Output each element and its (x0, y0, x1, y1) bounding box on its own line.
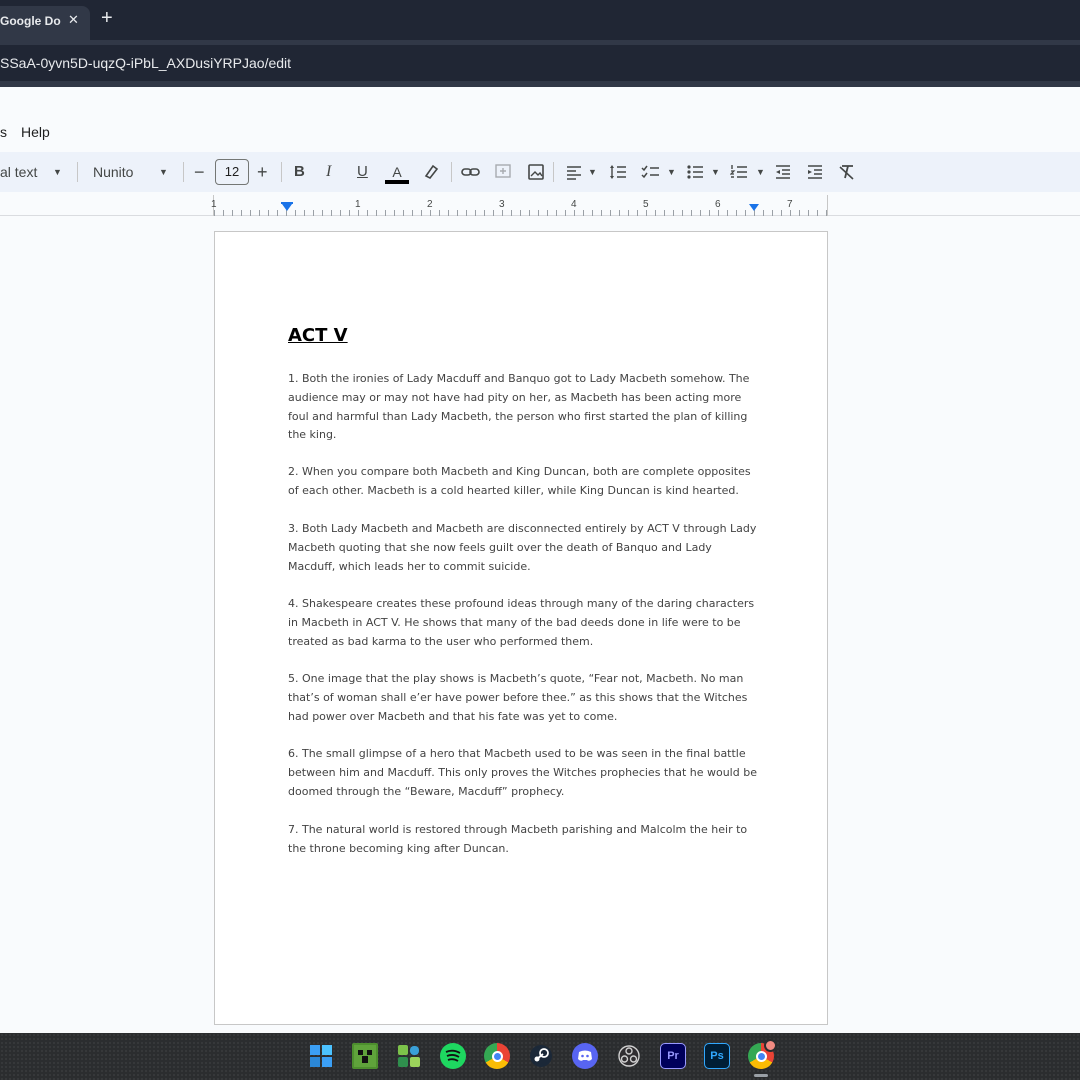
toolbar-divider (451, 162, 452, 182)
green-app-icon[interactable] (396, 1043, 422, 1069)
decrease-indent-icon[interactable] (774, 159, 792, 185)
insert-image-icon[interactable] (527, 159, 545, 185)
paragraph: 7. The natural world is restored through… (288, 823, 748, 855)
ruler-ticks (214, 210, 827, 216)
ruler-number: 5 (643, 199, 649, 210)
photoshop-icon[interactable]: Ps (704, 1043, 730, 1069)
bulleted-list-icon[interactable] (686, 159, 704, 185)
browser-tab[interactable]: Google Do ✕ (0, 6, 90, 40)
paragraph-style-label: al text (0, 164, 38, 180)
ruler-number: 1 (355, 199, 361, 210)
ruler-number: 2 (427, 199, 433, 210)
close-tab-icon[interactable]: ✕ (68, 12, 79, 28)
chevron-down-icon[interactable]: ▼ (667, 159, 676, 185)
right-indent-marker[interactable] (749, 204, 759, 211)
toolbar-divider (281, 162, 282, 182)
document-heading: ACT V (288, 325, 348, 346)
font-family-label: Nunito (93, 164, 134, 180)
premiere-pro-icon[interactable]: Pr (660, 1043, 686, 1069)
text-color-icon: A (392, 164, 402, 180)
ruler-number: 1 (211, 199, 217, 210)
add-comment-icon[interactable] (494, 159, 512, 185)
italic-button[interactable]: I (326, 159, 331, 185)
font-size-input[interactable]: 12 (215, 159, 249, 185)
underline-button[interactable]: U (357, 159, 368, 185)
taskbar: Pr Ps (0, 1033, 1080, 1080)
discord-icon[interactable] (572, 1043, 598, 1069)
paragraph: 1. Both the ironies of Lady Macduff and … (288, 372, 750, 442)
align-left-icon[interactable] (565, 159, 583, 185)
minecraft-icon[interactable] (352, 1043, 378, 1069)
chrome-icon[interactable] (484, 1043, 510, 1069)
ruler[interactable]: 1 1 2 3 4 5 6 7 (0, 195, 1080, 216)
menu-item-tools[interactable]: s (0, 124, 7, 140)
font-family-dropdown[interactable]: Nunito (93, 159, 133, 185)
toolbar-divider (553, 162, 554, 182)
numbered-list-icon[interactable] (729, 159, 748, 185)
url-text: SSaA-0yvn5D-uqzQ-iPbL_AXDusiYRPJao/edit (0, 55, 292, 71)
obs-icon[interactable] (616, 1043, 642, 1069)
clear-formatting-icon[interactable] (838, 159, 856, 185)
profile-badge-icon (764, 1039, 777, 1052)
ruler-number: 4 (571, 199, 577, 210)
formatting-toolbar: al text ▼ Nunito ▼ − 12 + B I U A ▼ ▼ ▼ … (0, 152, 1080, 192)
chevron-down-icon[interactable]: ▼ (53, 159, 62, 185)
ruler-number: 3 (499, 199, 505, 210)
paragraph: 6. The small glimpse of a hero that Macb… (288, 747, 757, 798)
spotify-icon[interactable] (440, 1043, 466, 1069)
toolbar-divider (183, 162, 184, 182)
tab-title: Google Do (0, 14, 61, 28)
text-color-button[interactable]: A (385, 159, 409, 185)
text-color-swatch (385, 180, 409, 184)
toolbar-divider (77, 162, 78, 182)
chrome-profile-icon[interactable] (748, 1039, 777, 1069)
paragraph: 2. When you compare both Macbeth and Kin… (288, 465, 751, 497)
line-spacing-icon[interactable] (609, 159, 627, 185)
steam-icon[interactable] (528, 1043, 554, 1069)
windows-start-icon[interactable] (308, 1043, 334, 1069)
address-bar: SSaA-0yvn5D-uqzQ-iPbL_AXDusiYRPJao/edit (0, 40, 1080, 87)
ruler-track: 1 1 2 3 4 5 6 7 (211, 195, 828, 216)
left-indent-marker[interactable] (282, 204, 292, 211)
chevron-down-icon[interactable]: ▼ (756, 159, 765, 185)
decrease-font-size-button[interactable]: − (194, 159, 205, 185)
chevron-down-icon[interactable]: ▼ (711, 159, 720, 185)
increase-font-size-button[interactable]: + (257, 159, 268, 185)
browser-tab-strip: Google Do ✕ + (0, 0, 1080, 40)
checklist-icon[interactable] (641, 159, 661, 185)
menu-item-help[interactable]: Help (21, 124, 50, 140)
highlight-color-icon[interactable] (422, 159, 440, 185)
document-page[interactable]: ACT V 1. Both the ironies of Lady Macduf… (214, 231, 828, 1025)
ruler-number: 6 (715, 199, 721, 210)
bold-button[interactable]: B (294, 159, 305, 185)
chevron-down-icon[interactable]: ▼ (159, 159, 168, 185)
paragraph: 4. Shakespeare creates these profound id… (288, 597, 755, 648)
increase-indent-icon[interactable] (806, 159, 824, 185)
paragraph-style-dropdown[interactable]: al text (0, 159, 37, 185)
paragraph: 3. Both Lady Macbeth and Macbeth are dis… (288, 522, 757, 573)
ruler-number: 7 (787, 199, 793, 210)
paragraph: 5. One image that the play shows is Macb… (288, 672, 748, 723)
insert-link-icon[interactable] (461, 159, 481, 185)
new-tab-button[interactable]: + (101, 8, 113, 28)
active-app-indicator (754, 1074, 768, 1077)
chevron-down-icon[interactable]: ▼ (588, 159, 597, 185)
url-field[interactable]: SSaA-0yvn5D-uqzQ-iPbL_AXDusiYRPJao/edit (0, 45, 1080, 81)
